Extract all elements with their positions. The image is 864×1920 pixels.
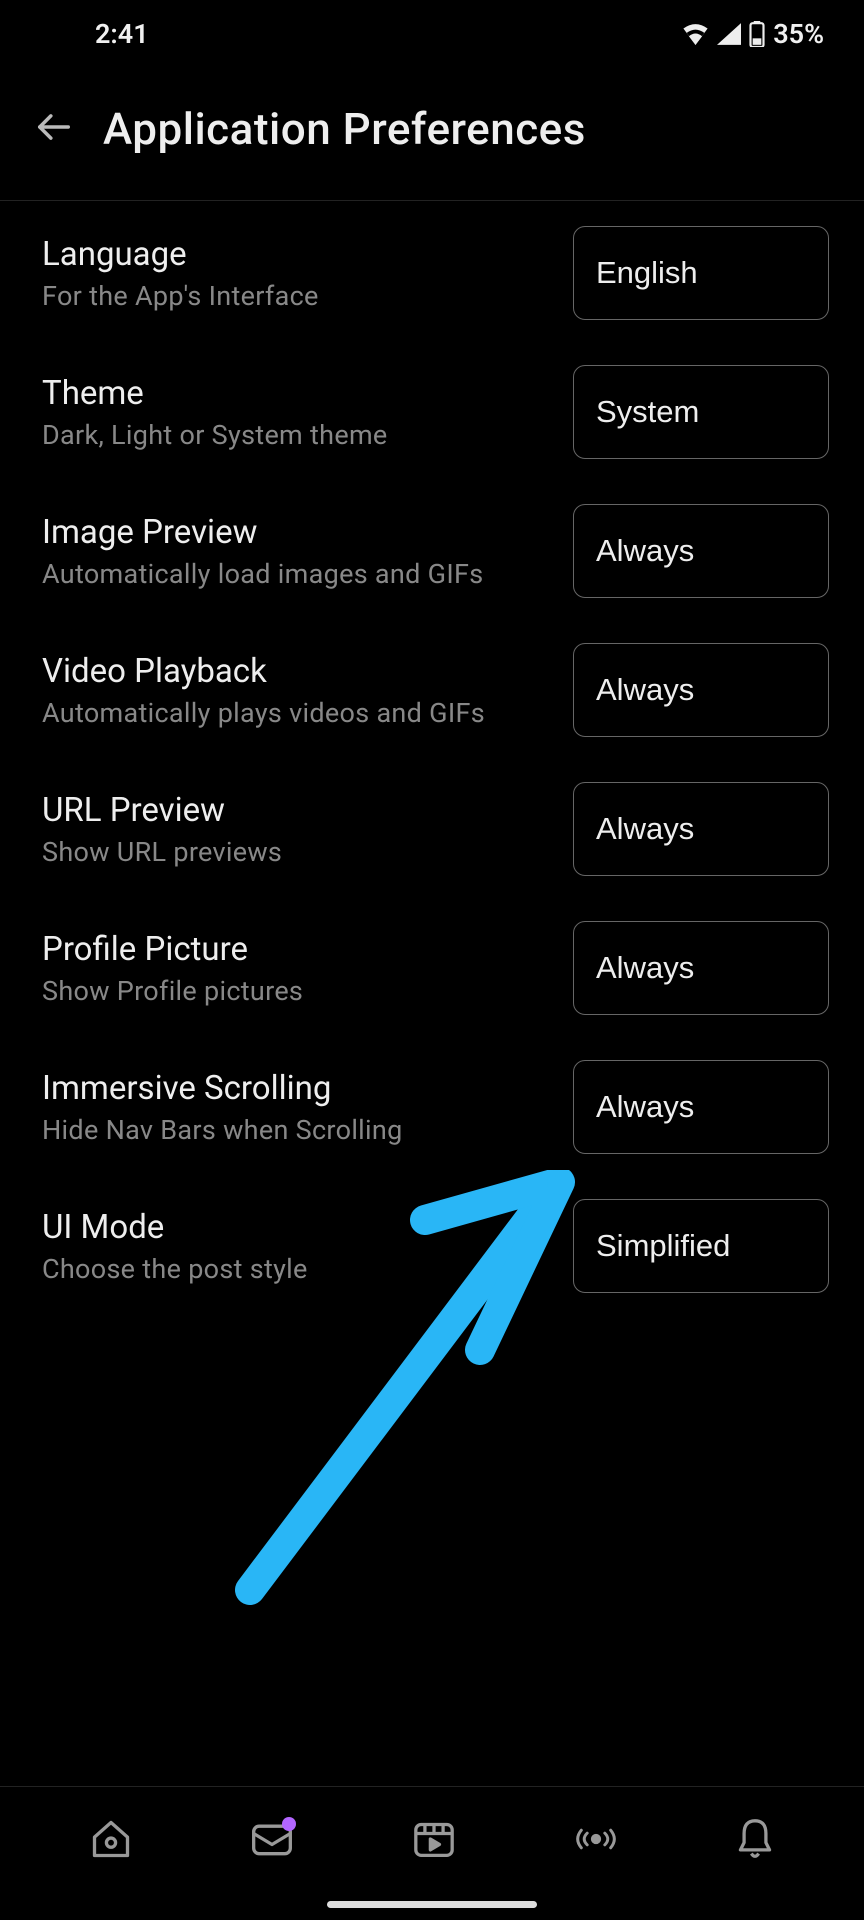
nav-bell-icon[interactable] (735, 1817, 775, 1865)
setting-subtitle: Show Profile pictures (42, 975, 573, 1007)
setting-value-ui-mode[interactable]: Simplified (573, 1199, 829, 1293)
wifi-icon (682, 23, 709, 45)
setting-subtitle: Hide Nav Bars when Scrolling (42, 1114, 573, 1146)
setting-value-url-preview[interactable]: Always (573, 782, 829, 876)
setting-row-video-playback: Video Playback Automatically plays video… (42, 643, 829, 737)
setting-row-theme: Theme Dark, Light or System theme System (42, 365, 829, 459)
setting-title: UI Mode (42, 1208, 573, 1247)
battery-percent: 35% (773, 18, 824, 50)
setting-value-video-playback[interactable]: Always (573, 643, 829, 737)
setting-text: UI Mode Choose the post style (42, 1208, 573, 1285)
battery-icon (749, 21, 765, 47)
setting-text: Video Playback Automatically plays video… (42, 652, 573, 729)
setting-title: Image Preview (42, 513, 573, 552)
setting-text: Language For the App's Interface (42, 235, 573, 312)
nav-home-icon[interactable] (89, 1817, 133, 1865)
setting-text: Theme Dark, Light or System theme (42, 374, 573, 451)
setting-row-immersive-scrolling: Immersive Scrolling Hide Nav Bars when S… (42, 1060, 829, 1154)
home-indicator (327, 1901, 537, 1908)
setting-text: Image Preview Automatically load images … (42, 513, 573, 590)
setting-row-language: Language For the App's Interface English (42, 226, 829, 320)
page-title: Application Preferences (103, 103, 586, 155)
setting-value-immersive-scrolling[interactable]: Always (573, 1060, 829, 1154)
setting-text: Profile Picture Show Profile pictures (42, 930, 573, 1007)
setting-text: URL Preview Show URL previews (42, 791, 573, 868)
header: Application Preferences (0, 68, 864, 201)
setting-title: Immersive Scrolling (42, 1069, 573, 1108)
setting-title: Video Playback (42, 652, 573, 691)
setting-subtitle: For the App's Interface (42, 280, 573, 312)
setting-title: Theme (42, 374, 573, 413)
setting-value-image-preview[interactable]: Always (573, 504, 829, 598)
status-right: 35% (682, 18, 824, 50)
status-bar: 2:41 35% (0, 0, 864, 68)
back-arrow-icon[interactable] (35, 108, 73, 150)
setting-title: URL Preview (42, 791, 573, 830)
setting-row-ui-mode: UI Mode Choose the post style Simplified (42, 1199, 829, 1293)
bottom-nav (0, 1786, 864, 1920)
setting-value-language[interactable]: English (573, 226, 829, 320)
setting-subtitle: Automatically load images and GIFs (42, 558, 573, 590)
nav-media-icon[interactable] (412, 1819, 456, 1863)
setting-text: Immersive Scrolling Hide Nav Bars when S… (42, 1069, 573, 1146)
setting-value-profile-picture[interactable]: Always (573, 921, 829, 1015)
setting-row-url-preview: URL Preview Show URL previews Always (42, 782, 829, 876)
signal-icon (717, 23, 741, 45)
setting-subtitle: Dark, Light or System theme (42, 419, 573, 451)
setting-row-image-preview: Image Preview Automatically load images … (42, 504, 829, 598)
nav-inbox-icon[interactable] (250, 1819, 294, 1863)
setting-subtitle: Show URL previews (42, 836, 573, 868)
settings-list: Language For the App's Interface English… (0, 201, 864, 1293)
setting-title: Language (42, 235, 573, 274)
nav-discover-icon[interactable] (574, 1824, 618, 1858)
setting-title: Profile Picture (42, 930, 573, 969)
setting-subtitle: Choose the post style (42, 1253, 573, 1285)
setting-subtitle: Automatically plays videos and GIFs (42, 697, 573, 729)
setting-value-theme[interactable]: System (573, 365, 829, 459)
setting-row-profile-picture: Profile Picture Show Profile pictures Al… (42, 921, 829, 1015)
status-time: 2:41 (95, 18, 149, 50)
